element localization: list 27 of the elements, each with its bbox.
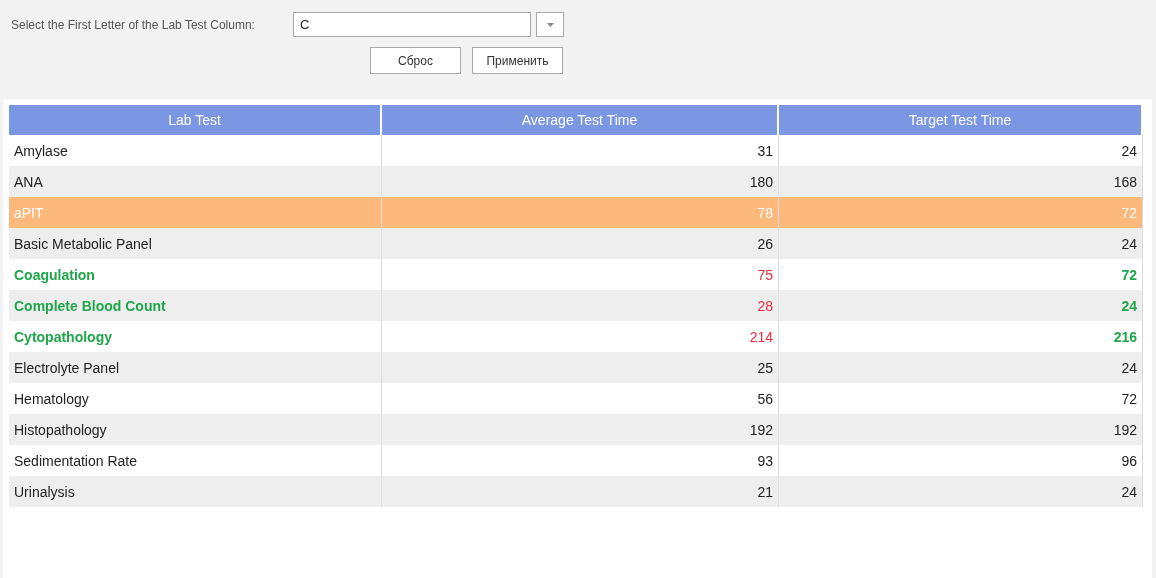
table-cell: 192 <box>779 414 1143 445</box>
table-cell: 180 <box>382 166 779 197</box>
table-cell: 25 <box>382 352 779 383</box>
letter-field[interactable]: C <box>293 12 531 37</box>
table-cell: 24 <box>779 476 1143 507</box>
table-cell: 26 <box>382 228 779 259</box>
table-cell: Urinalysis <box>9 476 382 507</box>
apply-button[interactable]: Применить <box>472 47 563 74</box>
table-cell: 28 <box>382 290 779 321</box>
table-cell: 24 <box>779 352 1143 383</box>
table-cell: 72 <box>779 197 1143 228</box>
table-cell: 192 <box>382 414 779 445</box>
table-cell: 24 <box>779 290 1143 321</box>
table-cell: Histopathology <box>9 414 382 445</box>
table-cell: aPIT <box>9 197 382 228</box>
dropdown-button[interactable] <box>536 12 564 37</box>
reset-button[interactable]: Сброс <box>370 47 461 74</box>
filter-label: Select the First Letter of the Lab Test Column: <box>11 17 256 32</box>
table-cell: Complete Blood Count <box>9 290 382 321</box>
table-cell: Electrolyte Panel <box>9 352 382 383</box>
table-cell: Basic Metabolic Panel <box>9 228 382 259</box>
table-cell: 24 <box>779 228 1143 259</box>
table-cell: 21 <box>382 476 779 507</box>
caret-icon <box>546 22 554 27</box>
table-cell: 78 <box>382 197 779 228</box>
table-cell: ANA <box>9 166 382 197</box>
table-cell: 168 <box>779 166 1143 197</box>
